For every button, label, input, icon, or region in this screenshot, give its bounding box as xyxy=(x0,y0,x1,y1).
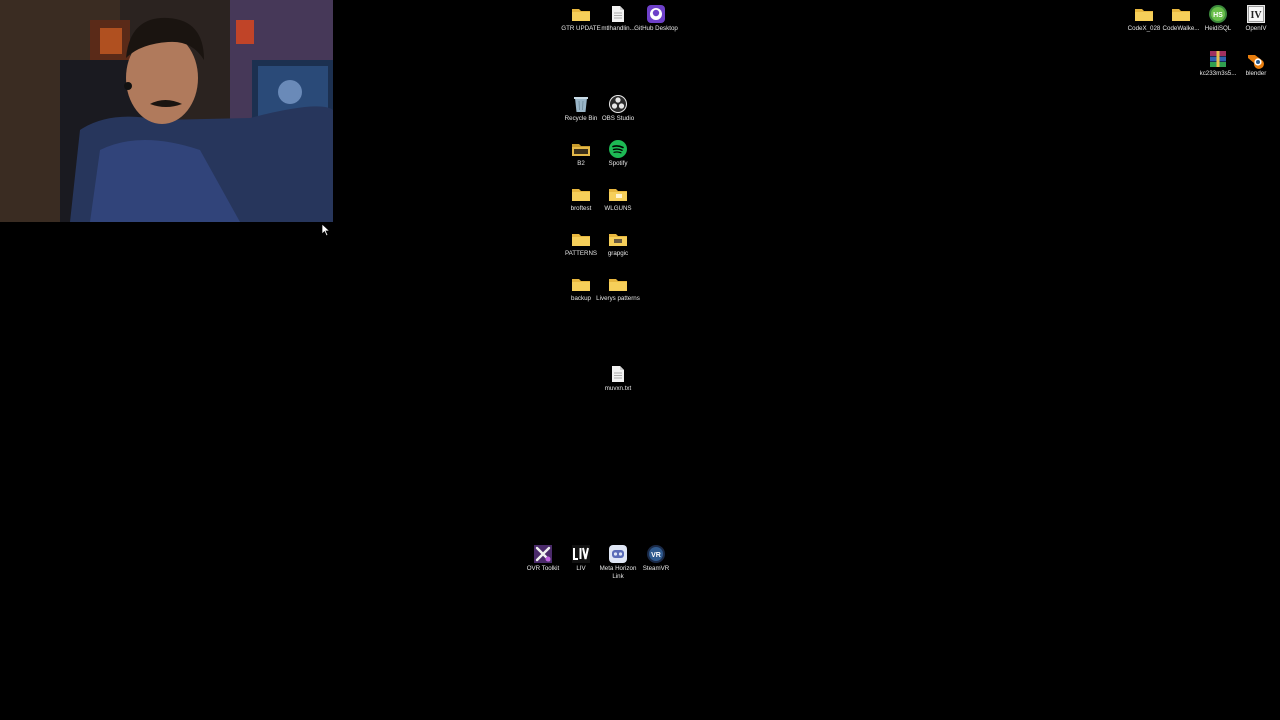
meta-horizon-link-icon xyxy=(607,544,629,564)
folder-icon xyxy=(607,184,629,204)
folder-icon xyxy=(570,4,592,24)
desktop-icon-wlguns[interactable]: WLGUNS xyxy=(596,184,640,213)
mouse-cursor-icon xyxy=(321,223,331,237)
ovr-toolkit-icon xyxy=(532,544,554,564)
desktop-icon-label: WLGUNS xyxy=(604,205,632,212)
folder-icon xyxy=(570,274,592,294)
folder-dark-icon xyxy=(570,139,592,159)
desktop-icon-openiv[interactable]: IV OpenIV xyxy=(1234,4,1278,33)
folder-icon xyxy=(570,184,592,204)
desktop-icon-steamvr[interactable]: VR SteamVR xyxy=(634,544,678,573)
text-file-icon xyxy=(607,364,629,384)
svg-text:HS: HS xyxy=(1213,12,1223,19)
liv-icon xyxy=(570,544,592,564)
desktop-icon-label: SteamVR xyxy=(642,565,670,572)
text-file-icon xyxy=(607,4,629,24)
folder-icon xyxy=(1133,4,1155,24)
desktop-icon-label: Spotify xyxy=(608,160,628,167)
webcam-feed-image xyxy=(0,0,333,222)
folder-icon xyxy=(607,274,629,294)
github-desktop-icon xyxy=(645,4,667,24)
desktop: GTR UPDATE mtlhandlin... GitHub Desktop … xyxy=(0,0,1280,720)
desktop-icon-grapgic[interactable]: grapgic xyxy=(596,229,640,258)
desktop-icon-liverys-patterns[interactable]: Liverys patterns xyxy=(596,274,640,303)
webcam-overlay xyxy=(0,0,333,222)
openiv-icon: IV xyxy=(1245,4,1267,24)
desktop-icon-github-desktop[interactable]: GitHub Desktop xyxy=(634,4,678,33)
desktop-icon-muvxn-txt[interactable]: muvxn.txt xyxy=(596,364,640,393)
svg-text:IV: IV xyxy=(1250,10,1262,21)
svg-text:VR: VR xyxy=(651,552,661,559)
desktop-icon-label: OpenIV xyxy=(1245,25,1267,32)
recycle-bin-icon xyxy=(570,94,592,114)
desktop-icon-blender[interactable]: blender xyxy=(1234,49,1278,78)
obs-studio-icon xyxy=(607,94,629,114)
desktop-icon-label: muvxn.txt xyxy=(604,385,632,392)
steamvr-icon: VR xyxy=(645,544,667,564)
desktop-icon-label: grapgic xyxy=(607,250,629,257)
folder-icon xyxy=(1170,4,1192,24)
spotify-icon xyxy=(607,139,629,159)
folder-icon xyxy=(607,229,629,249)
desktop-icon-spotify[interactable]: Spotify xyxy=(596,139,640,168)
desktop-icon-label: GitHub Desktop xyxy=(634,25,678,32)
blender-icon xyxy=(1245,49,1267,69)
folder-icon xyxy=(570,229,592,249)
winrar-archive-icon xyxy=(1207,49,1229,69)
desktop-icon-label: OBS Studio xyxy=(601,115,635,122)
desktop-icon-label: blender xyxy=(1245,70,1267,77)
desktop-icon-obs-studio[interactable]: OBS Studio xyxy=(596,94,640,123)
heidisql-icon: HS xyxy=(1207,4,1229,24)
desktop-icon-label: Liverys patterns xyxy=(596,295,640,302)
